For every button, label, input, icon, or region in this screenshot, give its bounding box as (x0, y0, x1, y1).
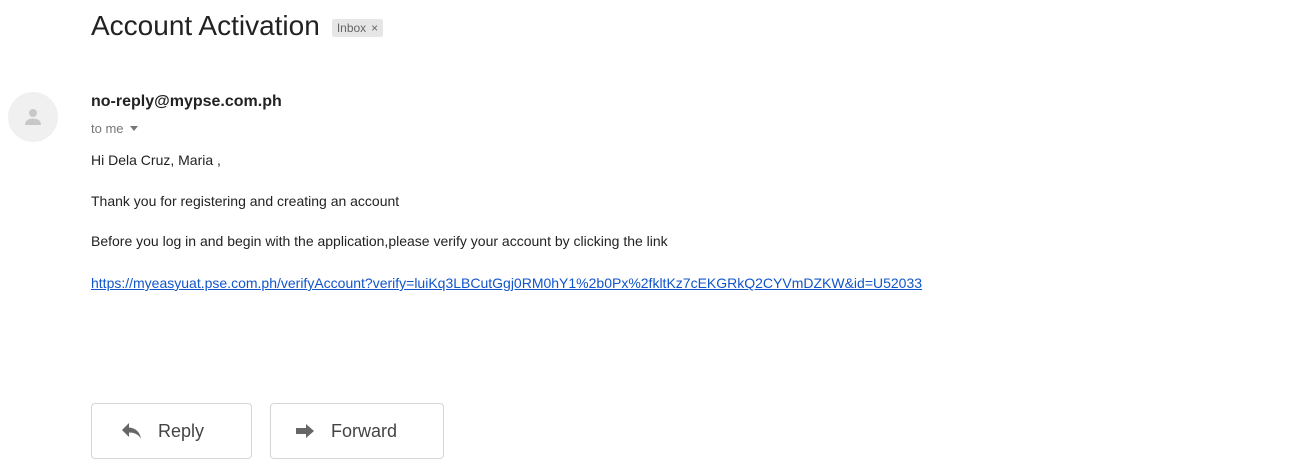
recipient-details-toggle[interactable]: to me (91, 121, 138, 136)
caret-down-icon (129, 126, 138, 131)
subject-row: Account Activation Inbox × (91, 8, 384, 44)
sender-address: no-reply@mypse.com.ph (91, 93, 282, 110)
reply-arrow-icon (120, 419, 144, 443)
email-subject: Account Activation (91, 10, 320, 41)
inbox-label-chip[interactable]: Inbox × (331, 19, 384, 37)
email-instruction-line: Before you log in and begin with the app… (91, 233, 668, 249)
forward-label: Forward (331, 421, 398, 441)
reply-button[interactable]: Reply (91, 403, 252, 459)
avatar[interactable] (8, 92, 58, 142)
email-greeting: Hi Dela Cruz, Maria , (91, 152, 221, 168)
verify-account-link[interactable]: https://myeasyuat.pse.com.ph/verifyAccou… (91, 275, 922, 291)
forward-button[interactable]: Forward (270, 403, 444, 459)
recipient-label: to me (91, 121, 124, 136)
label-chip-text: Inbox (336, 21, 367, 35)
reply-label: Reply (158, 421, 205, 441)
remove-label-icon[interactable]: × (371, 21, 378, 35)
forward-arrow-icon (293, 419, 317, 443)
person-icon (25, 109, 41, 125)
email-thanks-line: Thank you for registering and creating a… (91, 193, 400, 209)
